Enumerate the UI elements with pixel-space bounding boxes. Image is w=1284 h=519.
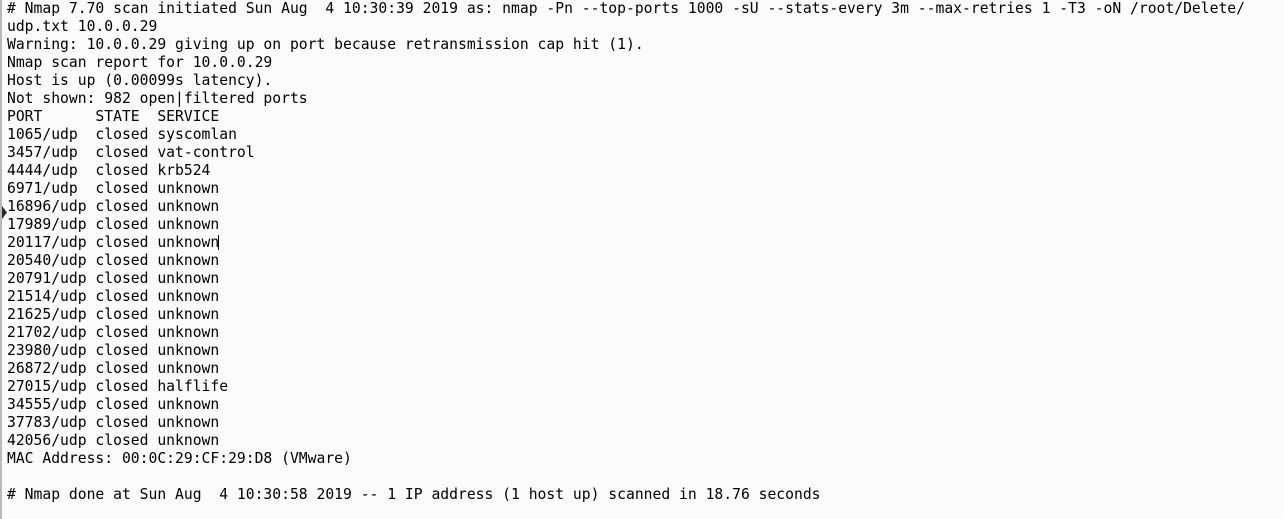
port-table-row: 34555/udp closed unknown	[7, 396, 220, 413]
port-table-row: 20117/udp closed unknown	[7, 234, 220, 251]
port-table-row: 3457/udp closed vat-control	[7, 144, 255, 161]
port-table-row: 1065/udp closed syscomlan	[7, 126, 237, 143]
port-table-row: 21625/udp closed unknown	[7, 306, 220, 323]
port-table-row: 20540/udp closed unknown	[7, 252, 220, 269]
port-table-row: 23980/udp closed unknown	[7, 342, 220, 359]
port-table-body: 1065/udp closed syscomlan 3457/udp closed…	[7, 126, 1284, 450]
host-status-line: Host is up (0.00099s latency).	[7, 72, 273, 89]
port-table-row: 21702/udp closed unknown	[7, 324, 220, 341]
scan-report-line: Nmap scan report for 10.0.0.29	[7, 54, 273, 71]
scan-done-line: # Nmap done at Sun Aug 4 10:30:58 2019 -…	[7, 486, 821, 503]
port-table-row: 26872/udp closed unknown	[7, 360, 220, 377]
port-table-row: 42056/udp closed unknown	[7, 432, 220, 449]
scan-initiated-line-2: udp.txt 10.0.0.29	[7, 18, 158, 35]
port-table-row: 37783/udp closed unknown	[7, 414, 220, 431]
terminal-output-pane[interactable]: # Nmap 7.70 scan initiated Sun Aug 4 10:…	[0, 0, 1284, 519]
port-table-header: PORT STATE SERVICE	[7, 108, 220, 125]
port-table-row: 20791/udp closed unknown	[7, 270, 220, 287]
port-table-row: 17989/udp closed unknown	[7, 216, 220, 233]
port-table-row: 4444/udp closed krb524	[7, 162, 211, 179]
port-table-row: 27015/udp closed halflife	[7, 378, 229, 395]
mac-address-line: MAC Address: 00:0C:29:CF:29:D8 (VMware)	[7, 450, 352, 467]
port-table-row: 21514/udp closed unknown	[7, 288, 220, 305]
text-cursor-caret	[218, 235, 220, 250]
blank-separator-line	[7, 468, 1284, 486]
not-shown-line: Not shown: 982 open|filtered ports	[7, 90, 308, 107]
port-table-row: 6971/udp closed unknown	[7, 180, 220, 197]
scan-initiated-line-1: # Nmap 7.70 scan initiated Sun Aug 4 10:…	[7, 0, 1245, 17]
port-table-row: 16896/udp closed unknown	[7, 198, 220, 215]
warning-line: Warning: 10.0.0.29 giving up on port bec…	[7, 36, 644, 53]
